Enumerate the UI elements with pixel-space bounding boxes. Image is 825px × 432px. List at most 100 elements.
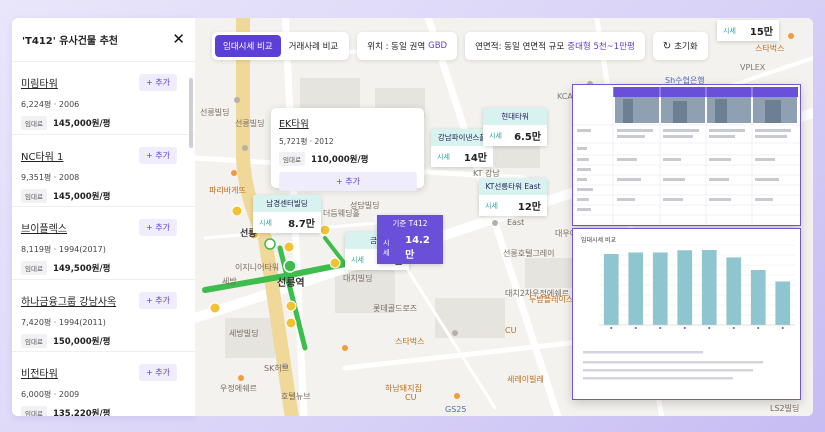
tab-deal-compare[interactable]: 거래사례 비교 (281, 35, 347, 57)
pin-label: 시세 (485, 201, 498, 210)
map-pin[interactable]: 현대타워 시세 6.5만 (483, 108, 547, 146)
map-label: VPLEX (740, 63, 766, 72)
map-label: LS2빌딩 (770, 404, 800, 413)
chart-marker (757, 327, 760, 329)
map-label: 호텔뉴브 (281, 392, 311, 401)
building-meta: 9,351평 · 2008 (21, 172, 80, 182)
sidebar-scrollbar[interactable] (189, 78, 193, 148)
pin-value: 14만 (463, 153, 487, 164)
add-button[interactable]: + 추가 (139, 291, 177, 309)
popup-meta: 5,721평 · 2012 (279, 137, 334, 146)
popup-add-button[interactable]: + 추가 (279, 172, 417, 191)
add-button[interactable]: + 추가 (139, 74, 177, 91)
chart-bar (628, 252, 644, 325)
pin-value: 15만 (749, 27, 773, 38)
area-filter-value: 중대형 5천~1만평 (567, 42, 635, 52)
rent-price: 149,500원/평 (52, 264, 111, 274)
add-button[interactable]: + 추가 (139, 364, 177, 381)
map-pin[interactable]: 시세 15만 (717, 20, 779, 41)
rent-tag: 임대료 (21, 116, 47, 130)
popup-building-name[interactable]: EK타워 (279, 116, 416, 130)
rent-price: 135,220원/평 (52, 409, 111, 416)
building-name[interactable]: 브이플렉스 (21, 220, 67, 235)
chart-marker (708, 327, 711, 329)
chart-marker (634, 327, 637, 329)
map-label: 선릉빌딩 (235, 119, 265, 128)
similar-buildings-sidebar: 'T412' 유사건물 추천 ✕ 미림타워 6,224평 · 2006 임대료 1… (12, 18, 195, 416)
rent-chart-panel[interactable]: 임대시세 비교 (572, 228, 801, 400)
list-item[interactable]: 브이플렉스 8,119평 · 1994(2017) 임대료 149,500원/평 … (12, 207, 195, 280)
list-item[interactable]: NC타워 1 9,351평 · 2008 임대료 145,000원/평 + 추가 (12, 135, 195, 207)
map-label: 두밤플레이스 (529, 295, 574, 304)
reset-label: 초기화 (674, 42, 698, 52)
map-label: 파리바게뜨 (209, 186, 246, 195)
map-label: 우정에쉐르 (220, 384, 257, 393)
add-button[interactable]: + 추가 (139, 219, 177, 236)
analysis-text-line (583, 369, 753, 372)
chart-bar (701, 250, 717, 325)
reset-button[interactable]: ↻ 초기화 (652, 32, 708, 60)
station-label-main: 선릉역 (277, 278, 305, 289)
comparison-table-panel[interactable] (572, 84, 801, 226)
map-label: KCA (557, 92, 573, 101)
filter-bar: 임대시세 비교 거래사례 비교 위치 : 동일 권역 GBD 연면적: 동일 연… (212, 32, 708, 60)
list-item[interactable]: 하나금융그룹 강남사옥 7,420평 · 1994(2011) 임대료 150,0… (12, 280, 195, 352)
chart-bar (677, 250, 693, 325)
pin-label: 시세 (489, 131, 502, 140)
map-pin[interactable]: KT선릉타워 East 시세 12만 (479, 178, 547, 216)
map-pin-reference[interactable]: 기준 T412 시세 14.2만 (377, 215, 443, 264)
map-label: 더듬웨딩홀 (323, 209, 360, 218)
pin-value: 14.2만 (405, 235, 430, 261)
building-name[interactable]: 미림타워 (21, 75, 58, 90)
map-label: 이지니어타워 (235, 263, 280, 272)
chart-marker (781, 327, 784, 329)
building-list: 미림타워 6,224평 · 2006 임대료 145,000원/평 + 추가 NC… (12, 62, 195, 416)
rent-bar-chart (583, 244, 795, 380)
rent-chart-title: 임대시세 비교 (581, 237, 617, 244)
chart-marker (659, 327, 662, 329)
map-label: 선릉빌딩 (200, 108, 230, 117)
pin-name: KT선릉타워 East (479, 178, 547, 195)
area-filter-label: 연면적: 동일 연면적 규모 (475, 42, 565, 52)
pin-value: 6.5만 (514, 132, 541, 143)
map-label: GS25 (445, 405, 467, 414)
pin-label: 시세 (259, 218, 272, 227)
close-icon[interactable]: ✕ (172, 32, 185, 47)
rent-price: 145,000원/평 (52, 119, 111, 129)
chart-bar (726, 257, 742, 325)
chart-marker (610, 327, 613, 329)
pin-name: 기준 T412 (377, 215, 443, 232)
list-item[interactable]: 미림타워 6,224평 · 2006 임대료 145,000원/평 + 추가 (12, 62, 195, 135)
location-filter[interactable]: 위치 : 동일 권역 GBD (357, 32, 458, 60)
list-item[interactable]: 비전타워 6,000평 · 2009 임대료 135,220원/평 + 추가 (12, 352, 195, 416)
map-label: SK허브 (264, 364, 290, 373)
map-label: 세레이빌레 (507, 375, 544, 384)
chart-bar (652, 252, 668, 325)
map-label: 선릉호텔그레이 (503, 249, 555, 258)
pin-label: 시세 (437, 152, 450, 161)
tab-rent-compare[interactable]: 임대시세 비교 (215, 35, 281, 57)
pin-value: 8.7만 (288, 219, 315, 230)
building-meta: 8,119평 · 1994(2017) (21, 245, 106, 254)
map-label: CU (405, 393, 417, 402)
rent-tag: 임대료 (279, 152, 305, 166)
map-label: 대치빌딩 (343, 274, 373, 283)
map-label: CU (505, 326, 517, 335)
location-filter-value: GBD (428, 41, 448, 51)
chart-marker (683, 327, 686, 329)
building-popup: EK타워 5,721평 · 2012 임대료 110,000원/평 + 추가 (271, 108, 424, 191)
map-label: 스타벅스 (395, 337, 425, 346)
building-name[interactable]: 하나금융그룹 강남사옥 (21, 293, 116, 308)
pin-value: 12만 (517, 202, 541, 213)
area-filter[interactable]: 연면적: 동일 연면적 규모 중대형 5천~1만평 (465, 32, 645, 60)
map-label: 롯데골드로즈 (373, 304, 418, 313)
map-pin[interactable]: 남경센터빌딩 시세 8.7만 (253, 195, 321, 233)
add-button[interactable]: + 추가 (139, 146, 177, 164)
map-label: 세방 (222, 277, 237, 286)
building-name[interactable]: 비전타워 (21, 365, 58, 380)
comparison-table-preview (573, 85, 800, 225)
building-name[interactable]: NC타워 1 (21, 148, 63, 163)
location-filter-label: 위치 : 동일 권역 (367, 42, 426, 52)
analysis-text-line (583, 377, 733, 380)
rent-price: 145,000원/평 (52, 191, 111, 202)
